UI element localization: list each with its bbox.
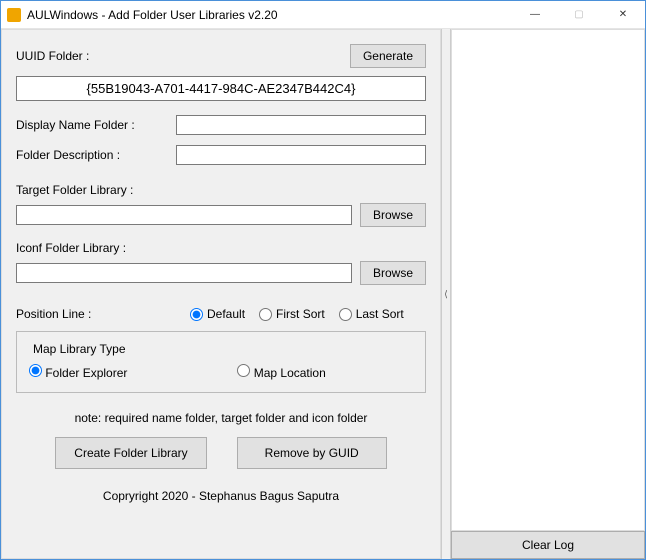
uuid-label: UUID Folder : [16, 49, 176, 63]
radio-default[interactable]: Default [190, 307, 245, 321]
map-type-fieldset: Map Library Type Folder Explorer Map Loc… [16, 331, 426, 393]
log-panel: Clear Log [451, 29, 645, 559]
position-label: Position Line : [16, 307, 176, 321]
remove-button[interactable]: Remove by GUID [237, 437, 387, 469]
target-input[interactable] [16, 205, 352, 225]
description-label: Folder Description : [16, 148, 176, 162]
splitter[interactable] [441, 29, 451, 559]
window-title: AULWindows - Add Folder User Libraries v… [27, 8, 513, 22]
log-area[interactable] [451, 29, 645, 531]
iconf-label: Iconf Folder Library : [16, 241, 426, 255]
radio-last-sort[interactable]: Last Sort [339, 307, 404, 321]
titlebar: AULWindows - Add Folder User Libraries v… [1, 1, 645, 29]
description-input[interactable] [176, 145, 426, 165]
iconf-input[interactable] [16, 263, 352, 283]
form-panel: UUID Folder : Generate {55B19043-A701-44… [1, 29, 441, 559]
app-window: AULWindows - Add Folder User Libraries v… [0, 0, 646, 560]
create-button[interactable]: Create Folder Library [55, 437, 206, 469]
close-button[interactable]: ✕ [601, 1, 645, 29]
radio-first-sort[interactable]: First Sort [259, 307, 325, 321]
generate-button[interactable]: Generate [350, 44, 426, 68]
display-name-label: Display Name Folder : [16, 118, 176, 132]
iconf-browse-button[interactable]: Browse [360, 261, 426, 285]
body: UUID Folder : Generate {55B19043-A701-44… [1, 29, 645, 559]
maximize-button: ▢ [557, 1, 601, 29]
uuid-display[interactable]: {55B19043-A701-4417-984C-AE2347B442C4} [16, 76, 426, 101]
minimize-button[interactable]: — [513, 1, 557, 29]
radio-map-location[interactable]: Map Location [237, 364, 325, 380]
copyright-text: Copryright 2020 - Stephanus Bagus Saputr… [16, 489, 426, 503]
target-browse-button[interactable]: Browse [360, 203, 426, 227]
radio-folder-explorer[interactable]: Folder Explorer [29, 364, 127, 380]
map-type-legend: Map Library Type [29, 342, 130, 356]
target-label: Target Folder Library : [16, 183, 426, 197]
clear-log-button[interactable]: Clear Log [451, 531, 645, 559]
display-name-input[interactable] [176, 115, 426, 135]
note-text: note: required name folder, target folde… [16, 411, 426, 425]
app-icon [7, 8, 21, 22]
